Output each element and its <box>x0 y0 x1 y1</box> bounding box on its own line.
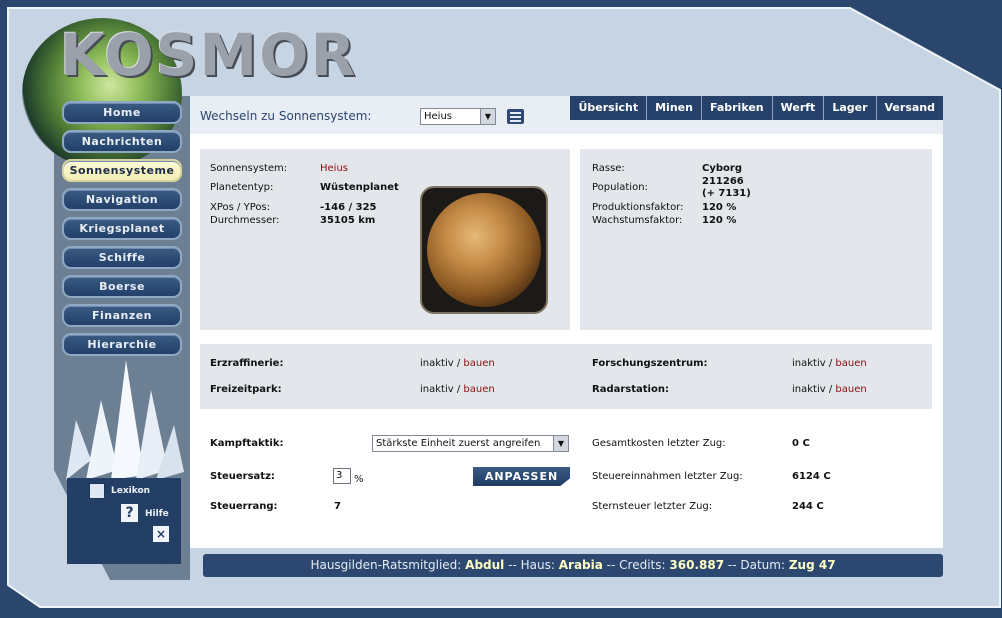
chevron-down-icon[interactable]: ▼ <box>480 109 495 124</box>
building-status: inaktiv / bauen <box>420 384 495 395</box>
cost-label: Gesamtkosten letzter Zug: <box>592 438 726 449</box>
tab-2[interactable]: Minen <box>646 96 701 120</box>
production-value: 120 % <box>702 202 737 213</box>
credits-label: Credits: <box>619 558 666 572</box>
nav-kriegsplanet[interactable]: Kriegsplanet <box>62 217 182 240</box>
tab-6[interactable]: Versand <box>875 96 943 120</box>
build-link[interactable]: bauen <box>835 358 866 369</box>
growth-value: 120 % <box>702 215 737 226</box>
status-bar: Hausgilden-Ratsmitglied: Abdul -- Haus: … <box>203 554 943 577</box>
tax-label: Steuersatz: <box>210 471 275 482</box>
system-label: Sonnensystem: <box>210 163 288 174</box>
race-value: Cyborg <box>702 163 742 174</box>
tactic-select[interactable]: Stärkste Einheit zuerst angreifen ▼ <box>372 435 569 452</box>
cost-value: 0 C <box>792 438 810 449</box>
tab-4[interactable]: Werft <box>771 96 824 120</box>
build-link[interactable]: bauen <box>463 384 494 395</box>
tax-unit: % <box>354 474 364 485</box>
lexikon-link[interactable]: Lexikon <box>111 486 150 496</box>
system-select[interactable]: Heius ▼ <box>420 108 496 125</box>
production-label: Produktionsfaktor: <box>592 202 684 213</box>
nav-hierarchie[interactable]: Hierarchie <box>62 333 182 356</box>
help-panel: Lexikon ? Hilfe × <box>67 478 181 564</box>
building-status: inaktiv / bauen <box>792 384 867 395</box>
nav-nachrichten[interactable]: Nachrichten <box>62 130 182 153</box>
kosmor-logo: KOSMOR <box>60 21 358 89</box>
growth-label: Wachstumsfaktor: <box>592 215 683 226</box>
book-icon[interactable] <box>89 483 105 499</box>
planet-image <box>420 186 548 314</box>
main-panel: Wechseln zu Sonnensystem: Heius ▼ Übersi… <box>190 96 943 548</box>
topbar: Wechseln zu Sonnensystem: Heius ▼ Übersi… <box>190 96 943 134</box>
system-link[interactable]: Heius <box>320 163 348 174</box>
credits-value: 360.887 <box>669 558 725 572</box>
tab-bar: Übersicht Minen Fabriken Werft Lager Versand <box>570 96 943 120</box>
system-select-value: Heius <box>424 111 452 122</box>
population-value: 211266 <box>702 176 744 187</box>
adjust-button[interactable]: ANPASSEN <box>473 467 570 486</box>
tax-rank-value: 7 <box>334 501 341 512</box>
star-tax-label: Sternsteuer letzter Zug: <box>592 501 713 512</box>
position-label: XPos / YPos: <box>210 202 271 213</box>
population-label: Population: <box>592 182 648 193</box>
income-label: Steuereinnahmen letzter Zug: <box>592 471 743 482</box>
population-growth: (+ 7131) <box>702 188 751 199</box>
help-icon[interactable]: ? <box>121 504 138 522</box>
close-icon[interactable]: × <box>153 526 169 542</box>
building-status: inaktiv / bauen <box>792 358 867 369</box>
planet-info-box: Sonnensystem: Heius Planetentyp: Wüstenp… <box>200 149 570 330</box>
diameter-label: Durchmesser: <box>210 215 280 226</box>
race-info-box: Rasse: Cyborg Population: 211266 (+ 7131… <box>580 149 932 330</box>
buildings-box: Erzraffinerie: inaktiv / bauen Forschung… <box>200 344 932 409</box>
tactic-select-value: Stärkste Einheit zuerst angreifen <box>376 438 541 449</box>
planet-type-label: Planetentyp: <box>210 182 274 193</box>
position-value: -146 / 325 <box>320 202 377 213</box>
nav-navigation[interactable]: Navigation <box>62 188 182 211</box>
tax-input[interactable]: 3 <box>333 468 351 484</box>
diameter-value: 35105 km <box>320 215 376 226</box>
tab-5[interactable]: Lager <box>823 96 876 120</box>
race-label: Rasse: <box>592 163 625 174</box>
build-link[interactable]: bauen <box>463 358 494 369</box>
nav-sonnensysteme[interactable]: Sonnensysteme <box>62 159 182 182</box>
building-name: Erzraffinerie: <box>210 358 284 369</box>
building-name: Freizeitpark: <box>210 384 282 395</box>
build-link[interactable]: bauen <box>835 384 866 395</box>
house-value: Arabia <box>558 558 603 572</box>
switch-system-label: Wechseln zu Sonnensystem: <box>200 109 372 123</box>
house-label: Haus: <box>520 558 555 572</box>
chevron-down-icon[interactable]: ▼ <box>553 436 568 451</box>
planet-type-value: Wüstenplanet <box>320 182 399 193</box>
star-tax-value: 244 C <box>792 501 824 512</box>
income-value: 6124 C <box>792 471 831 482</box>
list-icon[interactable] <box>507 109 524 124</box>
building-name: Forschungszentrum: <box>592 358 708 369</box>
date-value: Zug 47 <box>788 558 836 572</box>
date-label: Datum: <box>740 558 786 572</box>
hilfe-link[interactable]: Hilfe <box>145 509 169 519</box>
player-name: Abdul <box>465 558 505 572</box>
nav-boerse[interactable]: Boerse <box>62 275 182 298</box>
tax-rank-label: Steuerrang: <box>210 501 278 512</box>
building-name: Radarstation: <box>592 384 669 395</box>
tactic-label: Kampftaktik: <box>210 438 284 449</box>
crystals-image <box>66 360 184 480</box>
building-status: inaktiv / bauen <box>420 358 495 369</box>
nav-schiffe[interactable]: Schiffe <box>62 246 182 269</box>
tab-3[interactable]: Fabriken <box>700 96 772 120</box>
nav-home[interactable]: Home <box>62 101 182 124</box>
tab-1[interactable]: Übersicht <box>570 96 647 120</box>
rank-label: Hausgilden-Ratsmitglied: <box>310 558 462 572</box>
nav-finanzen[interactable]: Finanzen <box>62 304 182 327</box>
